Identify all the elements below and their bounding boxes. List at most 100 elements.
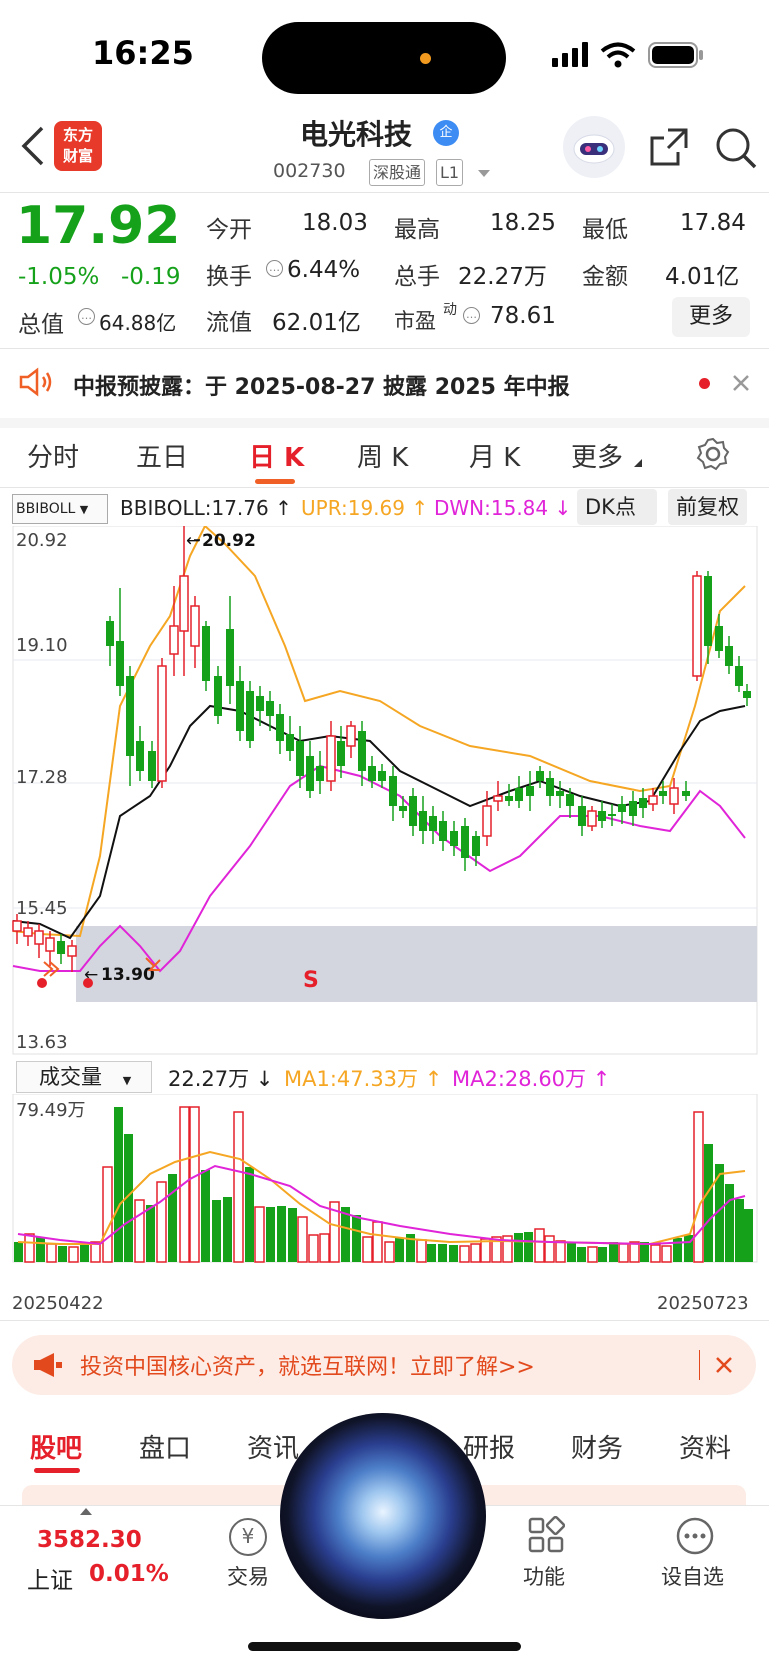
nav-function[interactable]: 功能 bbox=[523, 1561, 565, 1591]
open-value: 18.03 bbox=[302, 210, 368, 236]
tab-intraday[interactable]: 分时 bbox=[27, 437, 79, 474]
candle-body bbox=[439, 821, 447, 841]
settings-gear-icon[interactable] bbox=[696, 437, 730, 471]
nav-watchlist[interactable]: 设自选 bbox=[661, 1561, 724, 1591]
volume-bar bbox=[704, 1144, 713, 1262]
support-zone bbox=[76, 926, 757, 1002]
stock-switch-caret-icon[interactable] bbox=[478, 170, 490, 177]
index-name[interactable]: 上证 bbox=[27, 1561, 73, 1595]
volume-bar bbox=[58, 1246, 67, 1262]
candle-body bbox=[472, 836, 480, 856]
volume-bar bbox=[134, 1199, 145, 1263]
candle-body bbox=[378, 771, 386, 781]
pe-info-icon[interactable]: … bbox=[463, 306, 480, 325]
candle-body bbox=[12, 920, 22, 932]
speaker-icon bbox=[19, 367, 52, 397]
volume-label: 总手 bbox=[394, 264, 440, 290]
tab-monthly-k[interactable]: 月 K bbox=[469, 437, 520, 474]
enterprise-badge: 企 bbox=[433, 120, 459, 146]
home-indicator[interactable] bbox=[248, 1642, 521, 1651]
dk-point-button[interactable]: DK点 bbox=[577, 489, 657, 525]
volume-bar bbox=[640, 1242, 649, 1262]
function-grid-icon[interactable] bbox=[527, 1516, 565, 1554]
ai-assistant-avatar[interactable] bbox=[563, 116, 625, 178]
tab-weekly-k[interactable]: 周 K bbox=[357, 437, 408, 474]
tab-finance[interactable]: 财务 bbox=[571, 1428, 623, 1465]
tab-forum[interactable]: 股吧 bbox=[30, 1428, 82, 1465]
candle-body bbox=[429, 816, 437, 831]
candle-body bbox=[546, 778, 554, 796]
candle-body bbox=[67, 945, 77, 957]
open-label: 今开 bbox=[206, 217, 252, 243]
candle-body bbox=[226, 629, 234, 686]
volume-indicator-select[interactable]: 成交量 ▼ bbox=[16, 1061, 152, 1093]
candle-body bbox=[526, 786, 534, 796]
volume-bar bbox=[416, 1239, 427, 1263]
volume-bar bbox=[618, 1243, 629, 1263]
adjust-button[interactable]: 前复权 bbox=[668, 489, 747, 525]
candle-body bbox=[566, 794, 574, 806]
siri-orb[interactable] bbox=[280, 1413, 486, 1619]
turnover-info-icon[interactable]: … bbox=[266, 259, 283, 278]
more-quote-button[interactable]: 更多 bbox=[672, 297, 750, 337]
volume-bar bbox=[555, 1240, 566, 1263]
ad-divider bbox=[699, 1350, 700, 1380]
index-percent[interactable]: 0.01% bbox=[89, 1561, 169, 1587]
volume-bar bbox=[650, 1244, 661, 1263]
sell-signal: S bbox=[303, 968, 319, 993]
volume-chart[interactable] bbox=[0, 1094, 769, 1264]
close-icon[interactable] bbox=[731, 373, 751, 393]
indicator-select[interactable]: BBIBOLL ▼ bbox=[12, 494, 108, 524]
content-tab-underline bbox=[34, 1468, 80, 1473]
tab-research[interactable]: 研报 bbox=[463, 1428, 515, 1465]
volume-bar bbox=[514, 1233, 523, 1262]
tab-five-day[interactable]: 五日 bbox=[136, 437, 188, 474]
volume-bar bbox=[725, 1184, 734, 1262]
turnover-value: 6.44% bbox=[287, 257, 361, 283]
stock-code: 002730 bbox=[273, 160, 346, 182]
candle-body bbox=[214, 676, 222, 716]
upr-line bbox=[12, 526, 746, 938]
high-label: 最高 bbox=[394, 217, 440, 243]
svg-text:←: ← bbox=[186, 531, 200, 551]
volume-bar bbox=[598, 1247, 607, 1262]
index-expand-caret-icon[interactable] bbox=[80, 1508, 92, 1515]
candle-body bbox=[409, 796, 417, 826]
kline-chart[interactable]: 20.92 ← ← 13.90 S bbox=[0, 526, 769, 1056]
tab-profile[interactable]: 资料 bbox=[679, 1428, 731, 1465]
notice-text[interactable]: 中报预披露：于 2025-08-27 披露 2025 年中报 bbox=[73, 369, 570, 401]
bbiboll-line bbox=[12, 704, 746, 940]
candle-body bbox=[536, 771, 544, 781]
volume-bar bbox=[567, 1242, 576, 1262]
candle-body bbox=[618, 804, 626, 812]
index-value[interactable]: 3582.30 bbox=[37, 1527, 142, 1553]
volume-bar bbox=[319, 1233, 330, 1263]
high-annotation: 20.92 bbox=[202, 531, 256, 551]
tab-daily-k[interactable]: 日 K bbox=[249, 437, 304, 474]
tab-handicap[interactable]: 盘口 bbox=[139, 1428, 191, 1465]
candle-body bbox=[157, 665, 167, 782]
more-dots-icon[interactable] bbox=[675, 1516, 715, 1556]
trade-icon[interactable]: ¥ bbox=[229, 1518, 267, 1556]
search-icon[interactable] bbox=[714, 126, 758, 170]
candle-body bbox=[692, 575, 702, 677]
share-icon[interactable] bbox=[648, 126, 690, 168]
candle-body bbox=[659, 791, 667, 796]
dynamic-island bbox=[262, 22, 506, 94]
candle-body bbox=[419, 811, 427, 831]
back-icon[interactable] bbox=[18, 126, 48, 166]
candle-body bbox=[276, 714, 284, 741]
mktcap-info-icon[interactable]: … bbox=[78, 307, 95, 326]
nav-trade[interactable]: 交易 bbox=[227, 1561, 269, 1591]
mktcap-value: 64.88亿 bbox=[99, 311, 177, 335]
volume-bar bbox=[212, 1200, 221, 1262]
price-axis-bottom: 13.63 bbox=[16, 1032, 68, 1053]
tab-news[interactable]: 资讯 bbox=[247, 1428, 299, 1465]
ad-text[interactable]: 投资中国核心资产，就选互联网！立即了解>> bbox=[80, 1349, 535, 1381]
tab-more[interactable]: 更多 bbox=[571, 437, 623, 474]
ad-close-icon[interactable] bbox=[715, 1356, 733, 1374]
volume-bar bbox=[14, 1242, 23, 1262]
tag-level: L1 bbox=[436, 159, 464, 186]
volume-bar bbox=[36, 1237, 45, 1262]
candle-body bbox=[735, 666, 743, 686]
